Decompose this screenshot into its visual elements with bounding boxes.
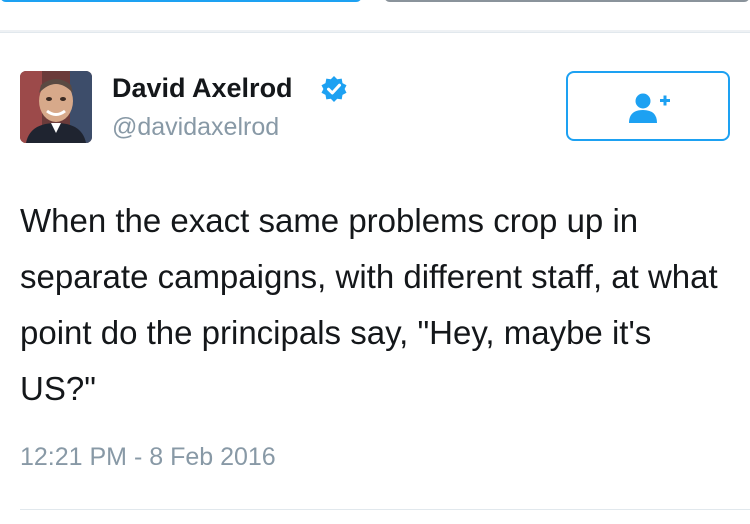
- divider: [20, 509, 750, 510]
- add-user-icon: [629, 93, 670, 123]
- avatar-image: [20, 71, 92, 143]
- avatar[interactable]: [20, 71, 92, 143]
- author-handle[interactable]: @davidaxelrod: [112, 113, 279, 142]
- top-action-strip: [0, 0, 750, 30]
- tweet-card: David Axelrod @davidaxelrod When the exa…: [0, 32, 750, 524]
- tweet-timestamp[interactable]: 12:21 PM - 8 Feb 2016: [20, 443, 276, 472]
- top-left-button[interactable]: [0, 0, 362, 2]
- author-name[interactable]: David Axelrod: [112, 73, 293, 104]
- tweet-text: When the exact same problems crop up in …: [20, 202, 718, 407]
- verified-badge-icon: [320, 75, 348, 103]
- top-right-button[interactable]: [384, 0, 750, 2]
- follow-button[interactable]: [566, 71, 730, 141]
